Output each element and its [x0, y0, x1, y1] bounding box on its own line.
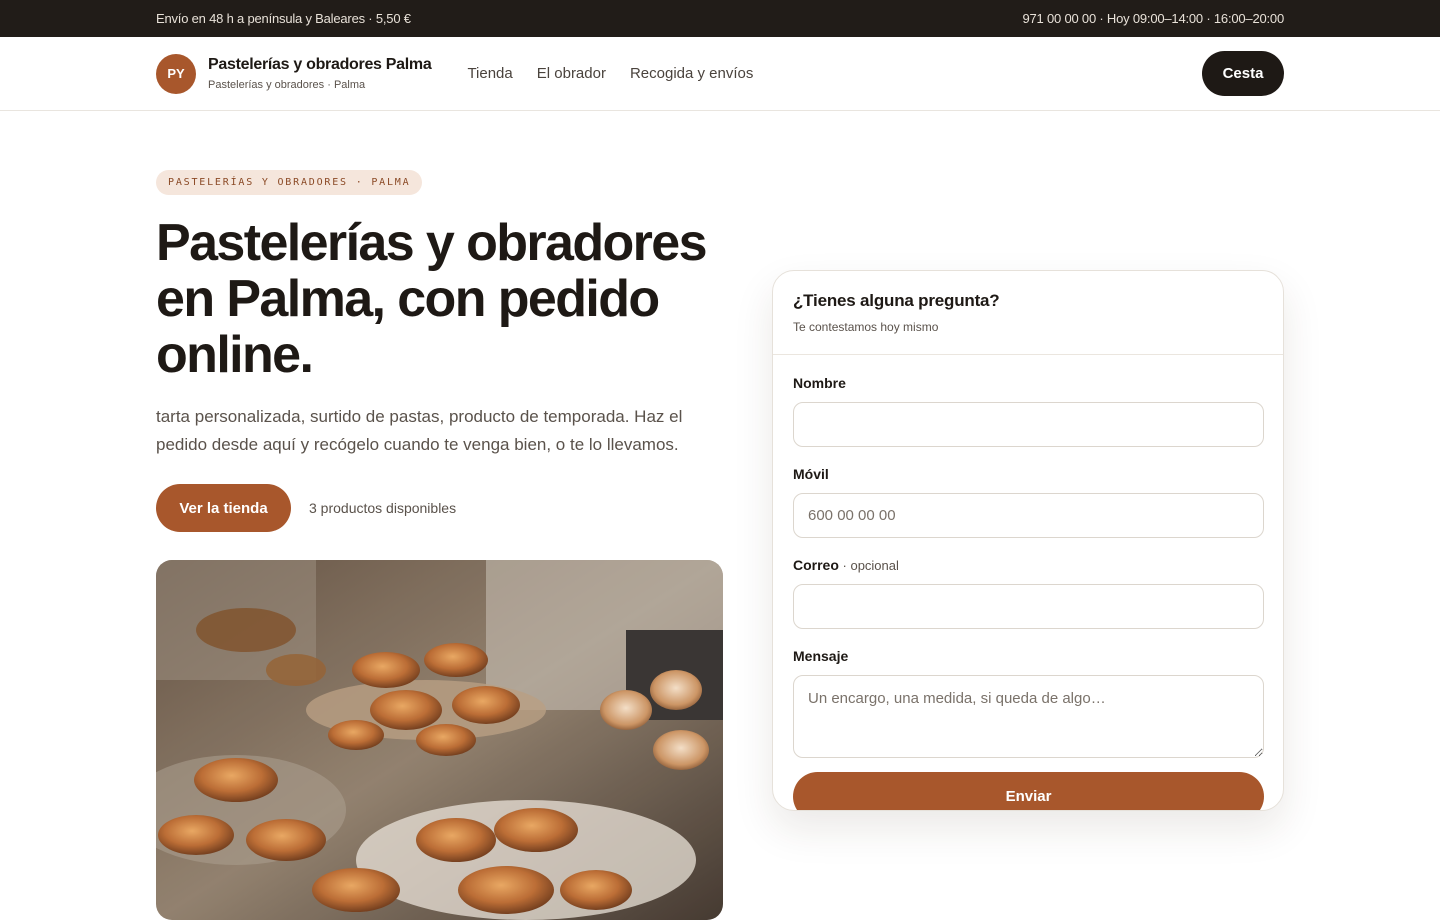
shipping-info: Envío en 48 h a península y Baleares · 5…	[156, 11, 411, 26]
phone-field[interactable]	[793, 493, 1264, 538]
form-header: ¿Tienes alguna pregunta? Te contestamos …	[773, 271, 1283, 355]
brand-name: Pastelerías y obradores Palma	[208, 56, 432, 73]
name-field[interactable]	[793, 402, 1264, 447]
submit-button[interactable]: Enviar	[793, 772, 1264, 810]
form-body: Nombre Móvil Correo · opcional Mensaje E…	[773, 355, 1283, 810]
hero-photo-pastries	[156, 560, 723, 920]
shop-button[interactable]: Ver la tienda	[156, 484, 291, 532]
nav-link-tienda[interactable]: Tienda	[467, 65, 512, 82]
hero-eyebrow: PASTELERÍAS Y OBRADORES · PALMA	[156, 170, 423, 195]
name-label: Nombre	[793, 375, 846, 391]
form-title: ¿Tienes alguna pregunta?	[793, 291, 1000, 310]
contact-form-card: ¿Tienes alguna pregunta? Te contestamos …	[772, 270, 1284, 811]
nav-link-el-obrador[interactable]: El obrador	[537, 65, 606, 82]
pastry-display-illustration	[156, 560, 723, 920]
site-header: PY Pastelerías y obradores Palma Pastele…	[0, 37, 1440, 111]
brand-subtitle: Pastelerías y obradores · Palma	[208, 79, 366, 91]
top-bar: Envío en 48 h a península y Baleares · 5…	[0, 0, 1440, 37]
email-optional-note: · opcional	[838, 558, 899, 573]
cta-row: Ver la tienda 3 productos disponibles	[156, 484, 726, 532]
stock-note: 3 productos disponibles	[309, 500, 457, 516]
hero-lead: tarta personalizada, surtido de pastas, …	[156, 407, 683, 454]
email-label: Correo	[793, 557, 839, 573]
cart-button[interactable]: Cesta	[1202, 51, 1284, 96]
logo-badge[interactable]: PY	[156, 53, 196, 94]
nav-link-recogida-envios[interactable]: Recogida y envíos	[630, 65, 753, 82]
email-label-row: Correo · opcional	[793, 557, 1263, 575]
hero: PASTELERÍAS Y OBRADORES · PALMA Pasteler…	[156, 170, 726, 532]
main-nav: Tienda El obrador Recogida y envíos	[467, 65, 753, 82]
form-subtitle: Te contestamos hoy mismo	[793, 320, 939, 334]
email-field[interactable]	[793, 584, 1264, 629]
contact-info: 971 00 00 00 · Hoy 09:00–14:00 · 16:00–2…	[1022, 11, 1284, 26]
message-field[interactable]	[793, 675, 1264, 758]
phone-label: Móvil	[793, 466, 829, 482]
brand[interactable]: Pastelerías y obradores Palma Pastelería…	[208, 56, 432, 91]
hero-headline: Pastelerías y obradores en Palma, con pe…	[156, 214, 708, 384]
message-label: Mensaje	[793, 648, 849, 664]
